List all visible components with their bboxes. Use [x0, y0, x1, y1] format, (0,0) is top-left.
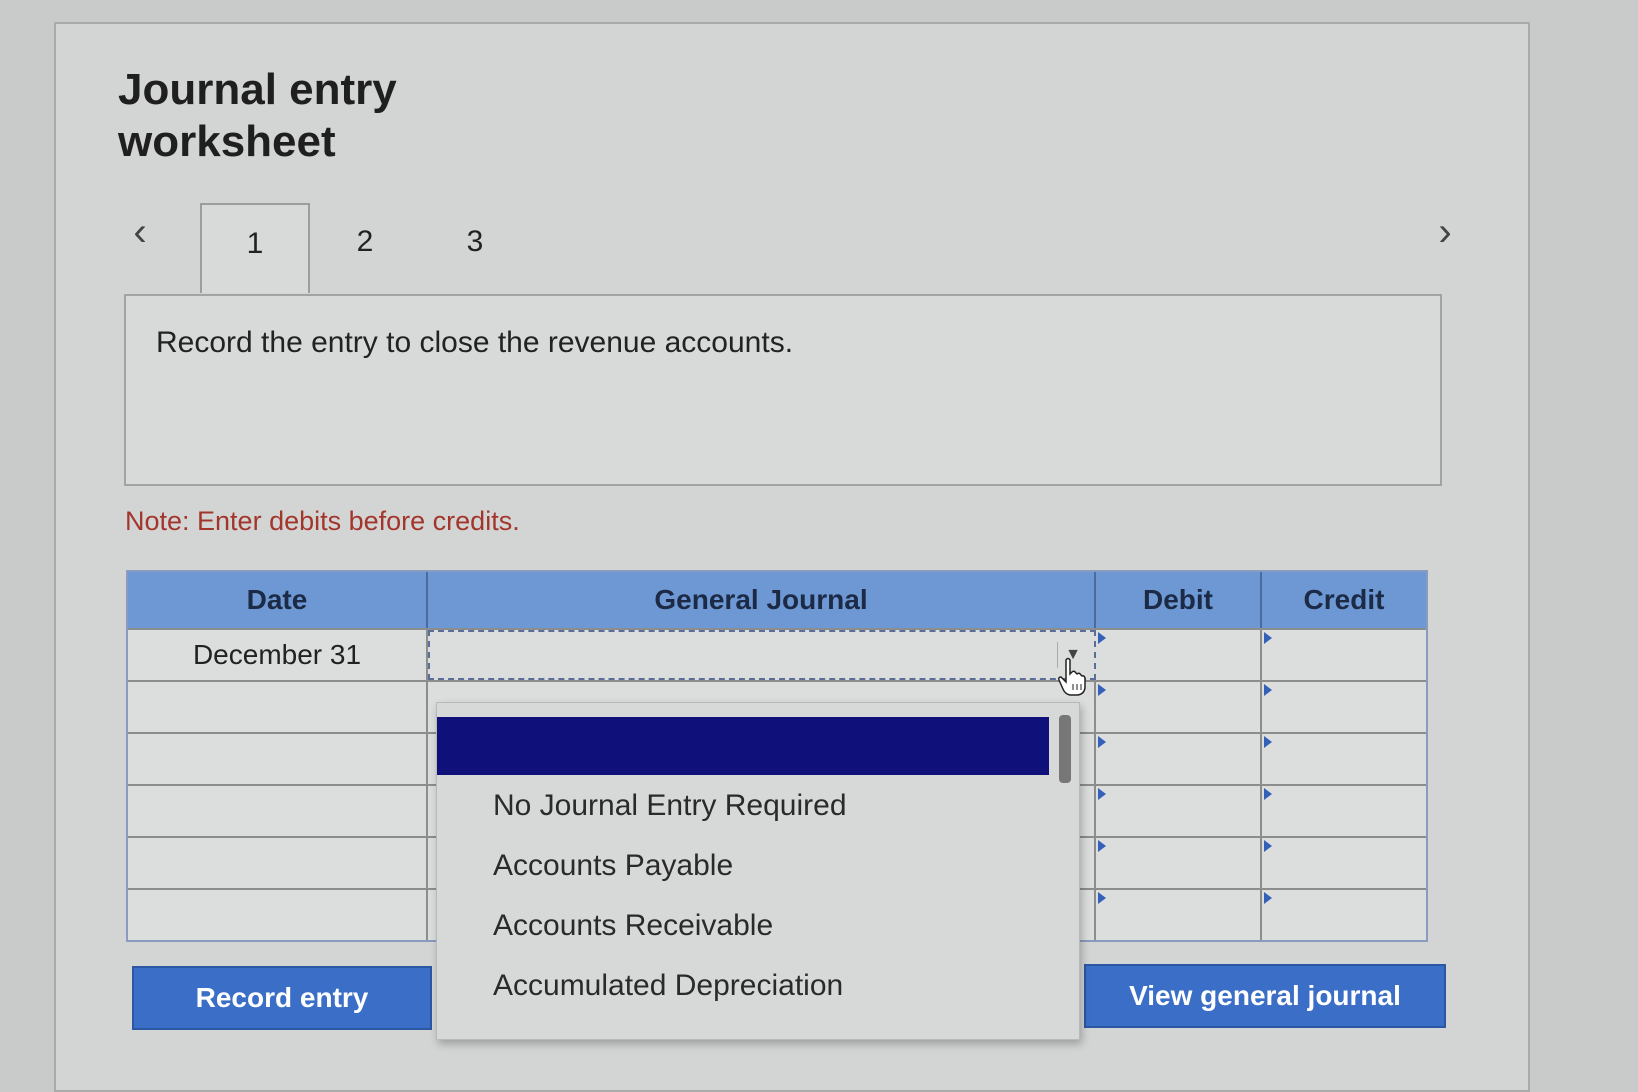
credit-input[interactable]	[1262, 630, 1426, 680]
date-cell[interactable]	[128, 838, 428, 888]
instruction-box: Record the entry to close the revenue ac…	[124, 294, 1442, 486]
header-debit: Debit	[1096, 572, 1262, 628]
credit-input[interactable]	[1262, 682, 1426, 732]
date-cell[interactable]	[128, 682, 428, 732]
note-text: Note: Enter debits before credits.	[125, 506, 520, 536]
credit-input[interactable]	[1262, 890, 1426, 940]
debit-input[interactable]	[1096, 682, 1262, 732]
credit-input[interactable]	[1262, 734, 1426, 784]
date-cell[interactable]	[128, 890, 428, 940]
dropdown-option[interactable]: Accounts Receivable	[493, 909, 773, 943]
dropdown-scrollbar[interactable]	[1059, 715, 1071, 783]
date-cell[interactable]: December 31	[128, 630, 428, 680]
debit-input[interactable]	[1096, 630, 1262, 680]
hand-cursor-icon	[1058, 657, 1086, 696]
credit-input[interactable]	[1262, 786, 1426, 836]
account-dropdown-list[interactable]: No Journal Entry Required Accounts Payab…	[436, 702, 1080, 1040]
debit-input[interactable]	[1096, 734, 1262, 784]
debit-input[interactable]	[1096, 838, 1262, 888]
record-entry-button[interactable]: Record entry	[132, 966, 432, 1030]
tab-3[interactable]: 3	[420, 203, 530, 293]
table-row: December 31 ▼	[128, 628, 1426, 680]
tab-2[interactable]: 2	[310, 203, 420, 293]
dropdown-highlighted-option[interactable]	[437, 717, 1049, 775]
date-cell[interactable]	[128, 734, 428, 784]
dropdown-option[interactable]: Accounts Payable	[493, 849, 733, 883]
credit-input[interactable]	[1262, 838, 1426, 888]
date-cell[interactable]	[128, 786, 428, 836]
dropdown-option[interactable]: Accumulated Depreciation	[493, 969, 843, 1003]
next-arrow-icon[interactable]: ›	[1425, 210, 1465, 254]
table-header: Date General Journal Debit Credit	[128, 572, 1426, 628]
view-general-journal-button[interactable]: View general journal	[1084, 964, 1446, 1028]
dropdown-option[interactable]: No Journal Entry Required	[493, 789, 847, 823]
debit-input[interactable]	[1096, 890, 1262, 940]
debit-input[interactable]	[1096, 786, 1262, 836]
header-general-journal: General Journal	[428, 572, 1096, 628]
previous-arrow-icon[interactable]: ‹	[120, 210, 160, 254]
header-credit: Credit	[1303, 584, 1385, 615]
instruction-text: Record the entry to close the revenue ac…	[156, 326, 794, 359]
tab-1[interactable]: 1	[200, 203, 310, 293]
account-select[interactable]: ▼	[428, 630, 1096, 680]
page-title: Journal entry worksheet	[118, 65, 397, 166]
header-date: Date	[128, 572, 428, 628]
